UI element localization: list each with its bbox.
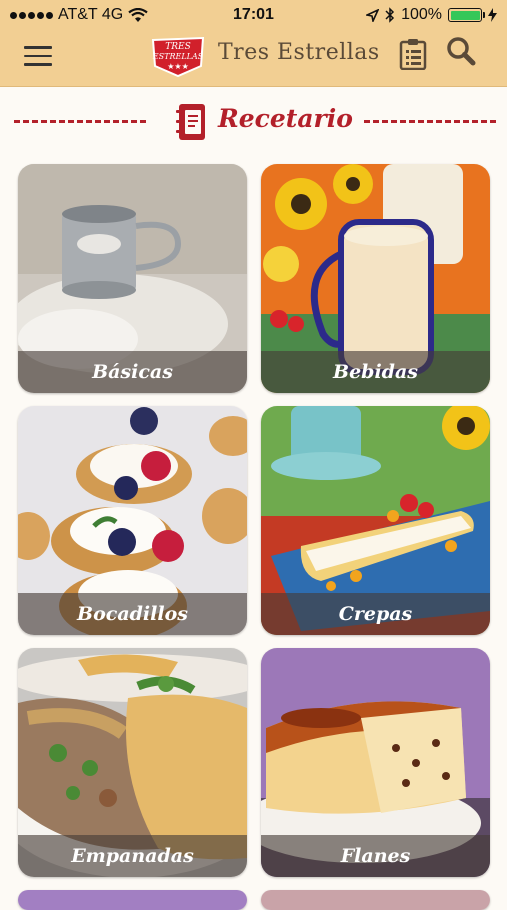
category-card-bebidas[interactable]: Bebidas xyxy=(261,164,490,393)
category-label: Empanadas xyxy=(71,845,194,867)
recipe-book-icon xyxy=(174,102,208,147)
app-header: TRES ESTRELLAS ★★★ Tres Estrellas xyxy=(0,30,507,87)
partial-card-image xyxy=(261,890,490,910)
tres-estrellas-logo: TRES ESTRELLAS ★★★ xyxy=(150,36,206,83)
charging-icon xyxy=(488,8,497,22)
decorative-dash-left xyxy=(14,120,146,123)
category-card-bocadillos[interactable]: Bocadillos xyxy=(18,406,247,635)
category-label: Crepas xyxy=(338,603,413,625)
page-heading: Recetario xyxy=(0,98,507,144)
battery-icon xyxy=(448,8,485,22)
bluetooth-icon xyxy=(385,7,395,23)
search-icon[interactable] xyxy=(446,36,476,73)
logo-text-line1: TRES xyxy=(165,42,191,52)
status-right: 100% xyxy=(366,6,497,24)
logo-text-line2: ESTRELLAS xyxy=(152,52,204,61)
category-label: Bebidas xyxy=(333,361,418,383)
page-title: Recetario xyxy=(218,104,353,133)
app-title: Tres Estrellas xyxy=(218,40,380,65)
clipboard-list-icon[interactable] xyxy=(398,38,428,75)
hamburger-menu-icon[interactable] xyxy=(24,46,52,68)
battery-percent: 100% xyxy=(401,6,442,23)
partial-card-image xyxy=(18,890,247,910)
svg-text:★★★: ★★★ xyxy=(167,62,189,71)
category-card-basicas[interactable]: Básicas xyxy=(18,164,247,393)
category-label: Flanes xyxy=(340,845,411,867)
category-card-empanadas[interactable]: Empanadas xyxy=(18,648,247,877)
category-label: Bocadillos xyxy=(77,603,188,625)
status-bar: AT&T 4G 17:01 100% xyxy=(0,0,507,30)
category-card-crepas[interactable]: Crepas xyxy=(261,406,490,635)
decorative-dash-right xyxy=(364,120,496,123)
category-card-flanes[interactable]: Flanes xyxy=(261,648,490,877)
location-icon xyxy=(366,8,380,22)
category-card-partial-right[interactable] xyxy=(261,890,490,910)
category-card-partial-left[interactable] xyxy=(18,890,247,910)
category-label: Básicas xyxy=(92,361,173,383)
